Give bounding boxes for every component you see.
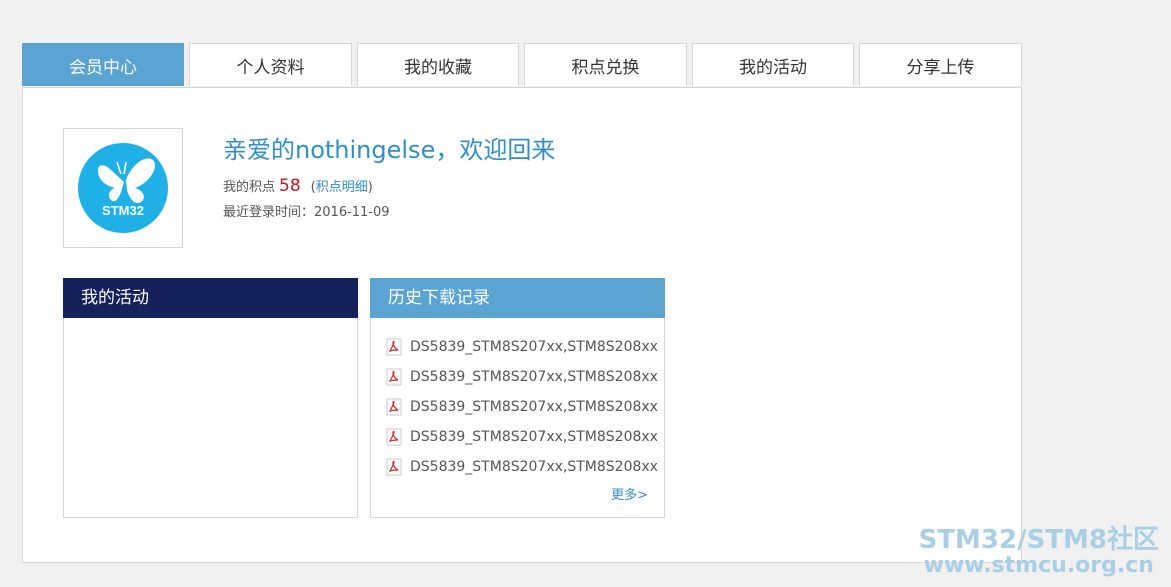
download-item-label: DS5839_STM8S207xx,STM8S208xx	[410, 369, 658, 385]
svg-text:STM32: STM32	[102, 203, 144, 218]
tab-share-upload[interactable]: 分享上传	[859, 43, 1022, 86]
stm32-logo-icon: STM32	[78, 143, 168, 233]
download-history-box: 历史下载记录 DS5839_STM8S207xx,STM8S208xx DS58…	[370, 278, 665, 518]
pdf-icon	[386, 368, 402, 386]
member-panel: STM32 亲爱的nothingelse，欢迎回来 我的积点 58 (积点明细) 最…	[22, 87, 1022, 563]
pdf-icon	[386, 338, 402, 356]
download-list: DS5839_STM8S207xx,STM8S208xx DS5839_STM8…	[371, 318, 664, 482]
points-value: 58	[279, 176, 301, 196]
download-item-label: DS5839_STM8S207xx,STM8S208xx	[410, 399, 658, 415]
watermark-line-1: STM32/STM8社区	[918, 525, 1159, 555]
pdf-icon	[386, 458, 402, 476]
more-link[interactable]: 更多>	[611, 484, 648, 503]
my-activities-box: 我的活动	[63, 278, 358, 518]
member-tabs: 会员中心 个人资料 我的收藏 积点兑换 我的活动 分享上传	[22, 43, 1022, 87]
last-login: 最近登录时间：2016-11-09	[223, 205, 390, 220]
welcome-message: 亲爱的nothingelse，欢迎回来	[223, 136, 556, 164]
download-item[interactable]: DS5839_STM8S207xx,STM8S208xx	[386, 452, 664, 482]
points-label: 我的积点	[223, 180, 276, 195]
download-item-label: DS5839_STM8S207xx,STM8S208xx	[410, 339, 658, 355]
tab-profile[interactable]: 个人资料	[189, 43, 352, 86]
watermark-line-2: www.stmcu.org.cn	[923, 553, 1154, 578]
my-activities-title: 我的活动	[63, 278, 358, 318]
download-item[interactable]: DS5839_STM8S207xx,STM8S208xx	[386, 392, 664, 422]
pdf-icon	[386, 398, 402, 416]
points-detail-close-paren: )	[367, 180, 373, 195]
download-item-label: DS5839_STM8S207xx,STM8S208xx	[410, 429, 658, 445]
avatar: STM32	[63, 128, 183, 248]
download-item[interactable]: DS5839_STM8S207xx,STM8S208xx	[386, 332, 664, 362]
tab-points-exchange[interactable]: 积点兑换	[524, 43, 687, 86]
tab-my-activities[interactable]: 我的活动	[692, 43, 854, 86]
download-history-title: 历史下载记录	[370, 278, 665, 318]
points-detail-link[interactable]: 积点明细	[316, 180, 368, 195]
pdf-icon	[386, 428, 402, 446]
download-item[interactable]: DS5839_STM8S207xx,STM8S208xx	[386, 422, 664, 452]
tab-favorites[interactable]: 我的收藏	[357, 43, 519, 86]
site-watermark: STM32/STM8社区 www.stmcu.org.cn	[919, 527, 1159, 577]
points-line: 我的积点 58 (积点明细)	[223, 176, 373, 196]
download-item-label: DS5839_STM8S207xx,STM8S208xx	[410, 459, 658, 475]
tab-member-center[interactable]: 会员中心	[22, 43, 184, 86]
download-item[interactable]: DS5839_STM8S207xx,STM8S208xx	[386, 362, 664, 392]
